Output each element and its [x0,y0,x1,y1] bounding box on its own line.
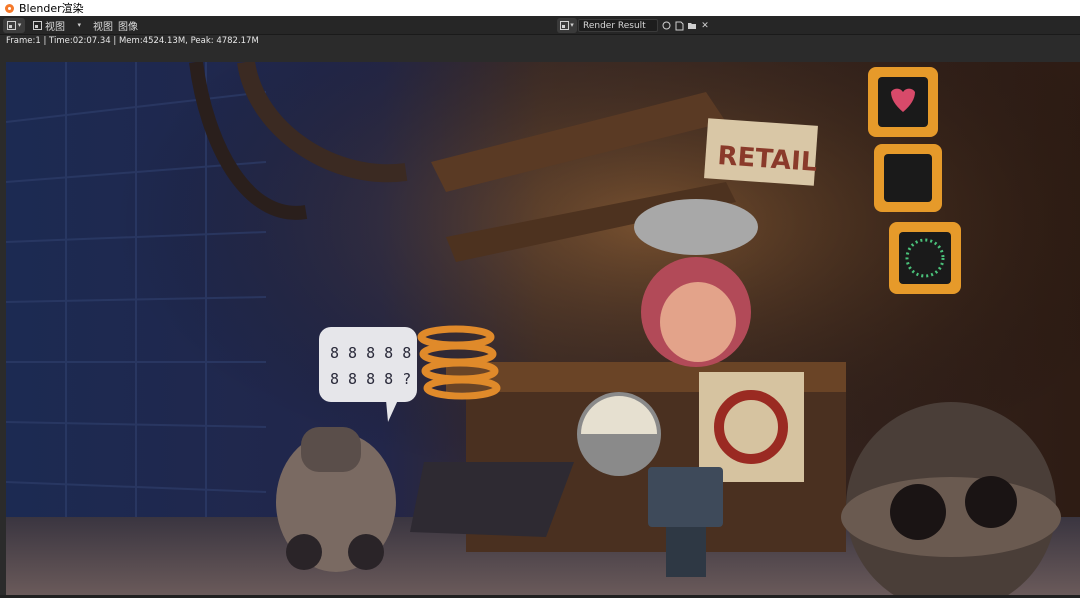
image-browse-dropdown[interactable]: ▾ [557,18,577,33]
view-mode-dropdown[interactable]: 视图 ▾ [29,18,85,33]
chevron-down-icon: ▾ [570,21,574,29]
bubble-line-2: 8 8 8 8 ? [330,370,411,388]
view-icon [33,21,42,30]
chevron-down-icon: ▾ [17,21,22,29]
image-browse-icon [560,21,570,30]
bubble-line-1: 8 8 8 8 8 [330,344,411,362]
render-stats: Frame:1 | Time:02:07.34 | Mem:4524.13M, … [6,36,259,46]
unlink-image-button[interactable]: ✕ [699,19,711,32]
close-icon: ✕ [701,20,709,31]
menu-image[interactable]: 图像 [118,18,138,33]
render-image: RETAIL 8 8 8 8 8 8 8 8 8 ? [6,62,1080,595]
window-titlebar: Blender渲染 [0,0,1080,16]
new-image-icon [675,21,683,30]
open-image-button[interactable] [686,19,698,32]
open-image-icon [688,23,696,29]
fake-user-button[interactable] [660,19,672,32]
window-title: Blender渲染 [19,2,84,15]
view-mode-label: 视图 [45,22,65,33]
image-editor-header: ▾ 视图 ▾ 视图 图像 ▾ Render Result ✕ [0,16,1080,35]
menu-view[interactable]: 视图 [93,18,113,33]
image-name-field[interactable]: Render Result [578,19,658,32]
blender-icon [4,3,15,14]
image-editor-icon [6,21,16,30]
fake-user-icon [662,21,670,30]
chevron-down-icon: ▾ [77,21,81,29]
new-image-button[interactable] [673,19,685,32]
editor-type-button[interactable]: ▾ [3,18,25,33]
render-viewport[interactable]: RETAIL 8 8 8 8 8 8 8 8 8 ? [6,62,1080,595]
